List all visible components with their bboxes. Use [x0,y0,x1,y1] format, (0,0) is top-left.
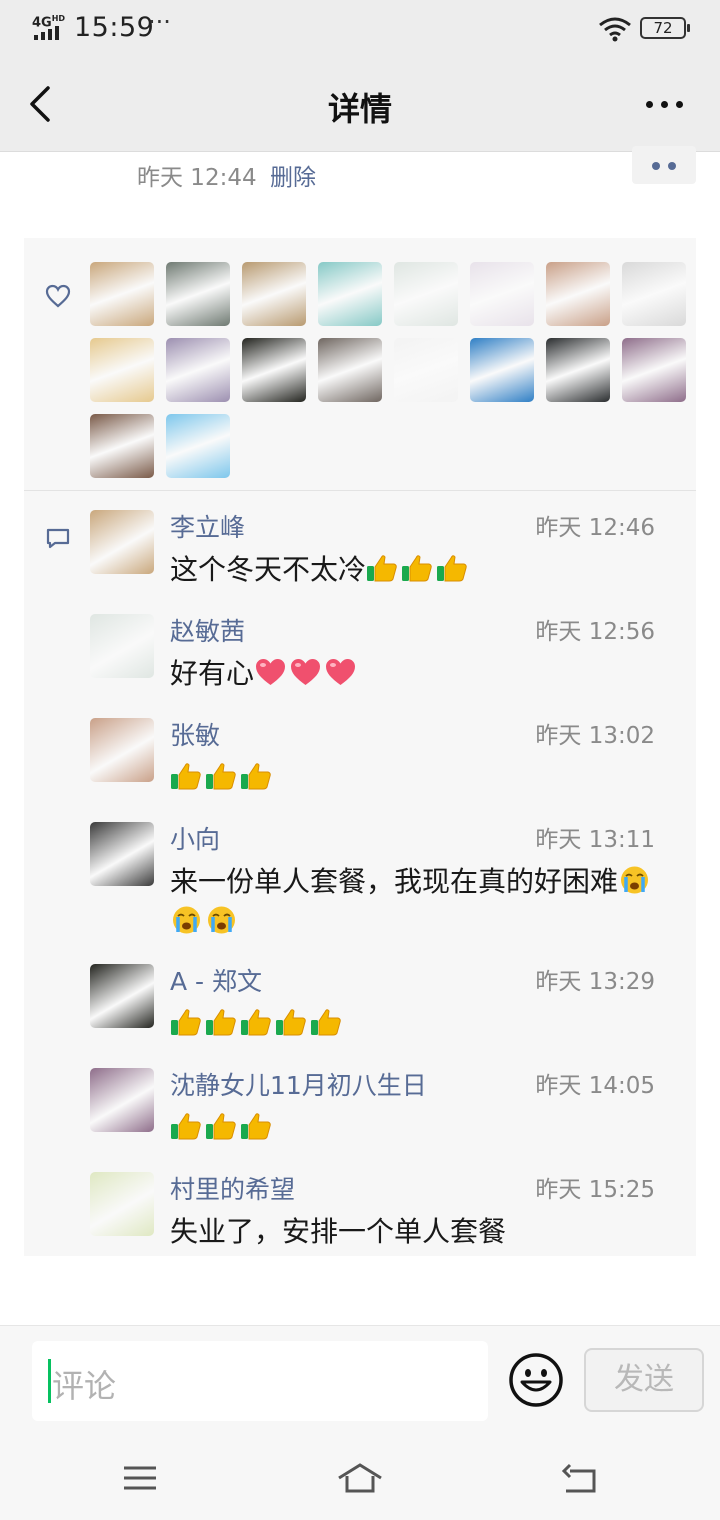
thumbs-up-emoji-icon [205,1007,238,1037]
avatar[interactable] [90,1068,154,1132]
thumbs-up-emoji-icon [205,1111,238,1141]
comment-text: 这个冬天不太冷 [170,550,660,590]
liker-avatar-monk-cartoon[interactable] [90,338,154,402]
liker-avatar-fireworks-quote[interactable] [242,338,306,402]
heart-emoji-icon [254,657,287,687]
divider [24,490,696,491]
heart-emoji-icon [289,657,322,687]
signal-icon [34,26,64,40]
commenter-name[interactable]: 沈静女儿11月初八生日 [170,1066,427,1102]
delete-link[interactable]: 删除 [270,158,316,192]
liker-avatar-cat-eye[interactable] [166,262,230,326]
page-title: 详情 [327,90,392,128]
comment-time: 昨天 13:11 [535,827,655,853]
avatar[interactable] [90,510,154,574]
comment-time: 昨天 14:05 [535,1073,655,1099]
crying-face-emoji-icon [618,865,651,895]
avatar[interactable] [90,1172,154,1236]
comment-text: 失业了，安排一个单人套餐 [170,1215,507,1248]
thumbs-up-emoji-icon [170,1111,203,1141]
thumbs-up-emoji-icon [366,553,399,583]
commenter-name[interactable]: 赵敏茜 [170,612,245,648]
liker-avatar-kids-cartoon[interactable] [166,414,230,478]
liker-avatar-kitten[interactable] [622,262,686,326]
navigation-bar: 详情 [0,56,720,152]
menu-icon[interactable] [116,1461,164,1495]
comment-text [170,1004,660,1044]
clock: 15:59 [74,12,155,43]
liker-avatar-girl-outdoor[interactable] [622,338,686,402]
send-button[interactable]: 发送 [584,1348,704,1412]
thumbs-up-emoji-icon [240,1007,273,1037]
crying-face-emoji-icon [205,905,238,935]
liker-avatar-news-anchor[interactable] [470,338,534,402]
avatar[interactable] [90,822,154,886]
notification-more-icon: ··· [148,8,171,36]
comment-icon [46,528,70,549]
home-icon[interactable] [336,1461,384,1495]
thumbs-up-emoji-icon [205,761,238,791]
thumbs-up-emoji-icon [401,553,434,583]
liker-avatar-colorful-beads[interactable] [318,262,382,326]
liker-avatar-sunset-man[interactable] [90,262,154,326]
commenter-name[interactable]: 张敏 [170,716,220,752]
thumbs-up-emoji-icon [240,761,273,791]
system-navigation-bar [0,1433,720,1520]
liker-avatar-little-girl[interactable] [546,262,610,326]
comment-time: 昨天 13:29 [535,969,655,995]
avatar[interactable] [90,964,154,1028]
post-action-button[interactable] [632,146,696,184]
thumbs-up-emoji-icon [275,1007,308,1037]
comment-input[interactable]: 评论 [32,1341,488,1421]
liker-avatar-fashion-figure[interactable] [394,338,458,402]
comment-input-bar: 评论 发送 [0,1325,720,1433]
commenter-name[interactable]: A - 郑文 [170,962,262,998]
thumbs-up-emoji-icon [240,1111,273,1141]
wifi-icon [599,17,631,42]
comment-placeholder: 评论 [52,1367,117,1405]
thumbs-up-emoji-icon [436,553,469,583]
comment-time: 昨天 13:02 [535,723,655,749]
avatar[interactable] [90,718,154,782]
back-icon[interactable] [556,1461,604,1495]
emoji-icon[interactable] [508,1352,564,1408]
comment-text: 好有心 [170,654,660,694]
battery-icon: 72 [640,17,690,39]
liker-avatar-cartoon-people[interactable] [242,262,306,326]
heart-icon [45,284,71,308]
thumbs-up-emoji-icon [170,1007,203,1037]
thumbs-up-emoji-icon [170,761,203,791]
liker-avatar-man-portrait[interactable] [546,338,610,402]
liker-avatar-woman-podium[interactable] [394,262,458,326]
commenter-name[interactable]: 村里的希望 [170,1170,295,1206]
comment-text: 来一份单人套餐，我现在真的好困难 [170,862,660,942]
comment-time: 昨天 15:25 [535,1177,655,1203]
comment-time: 昨天 12:46 [535,515,655,541]
avatar[interactable] [90,614,154,678]
more-options-icon[interactable] [640,84,690,124]
status-bar: 4GHD 15:59 ··· 72 [0,0,720,56]
commenter-name[interactable]: 李立峰 [170,508,245,544]
commenter-name[interactable]: 小向 [170,820,220,856]
comment-time: 昨天 12:56 [535,619,655,645]
post-time: 昨天 12:44 [137,165,257,191]
liker-avatar-wind-turbine[interactable] [166,338,230,402]
liker-avatar-playground[interactable] [90,414,154,478]
heart-emoji-icon [324,657,357,687]
thumbs-up-emoji-icon [310,1007,343,1037]
text-caret [48,1359,51,1403]
liker-avatar-couple-photo[interactable] [318,338,382,402]
comment-text [170,758,660,798]
comment-text [170,1108,660,1148]
crying-face-emoji-icon [170,905,203,935]
liker-avatar-anime-girl[interactable] [470,262,534,326]
